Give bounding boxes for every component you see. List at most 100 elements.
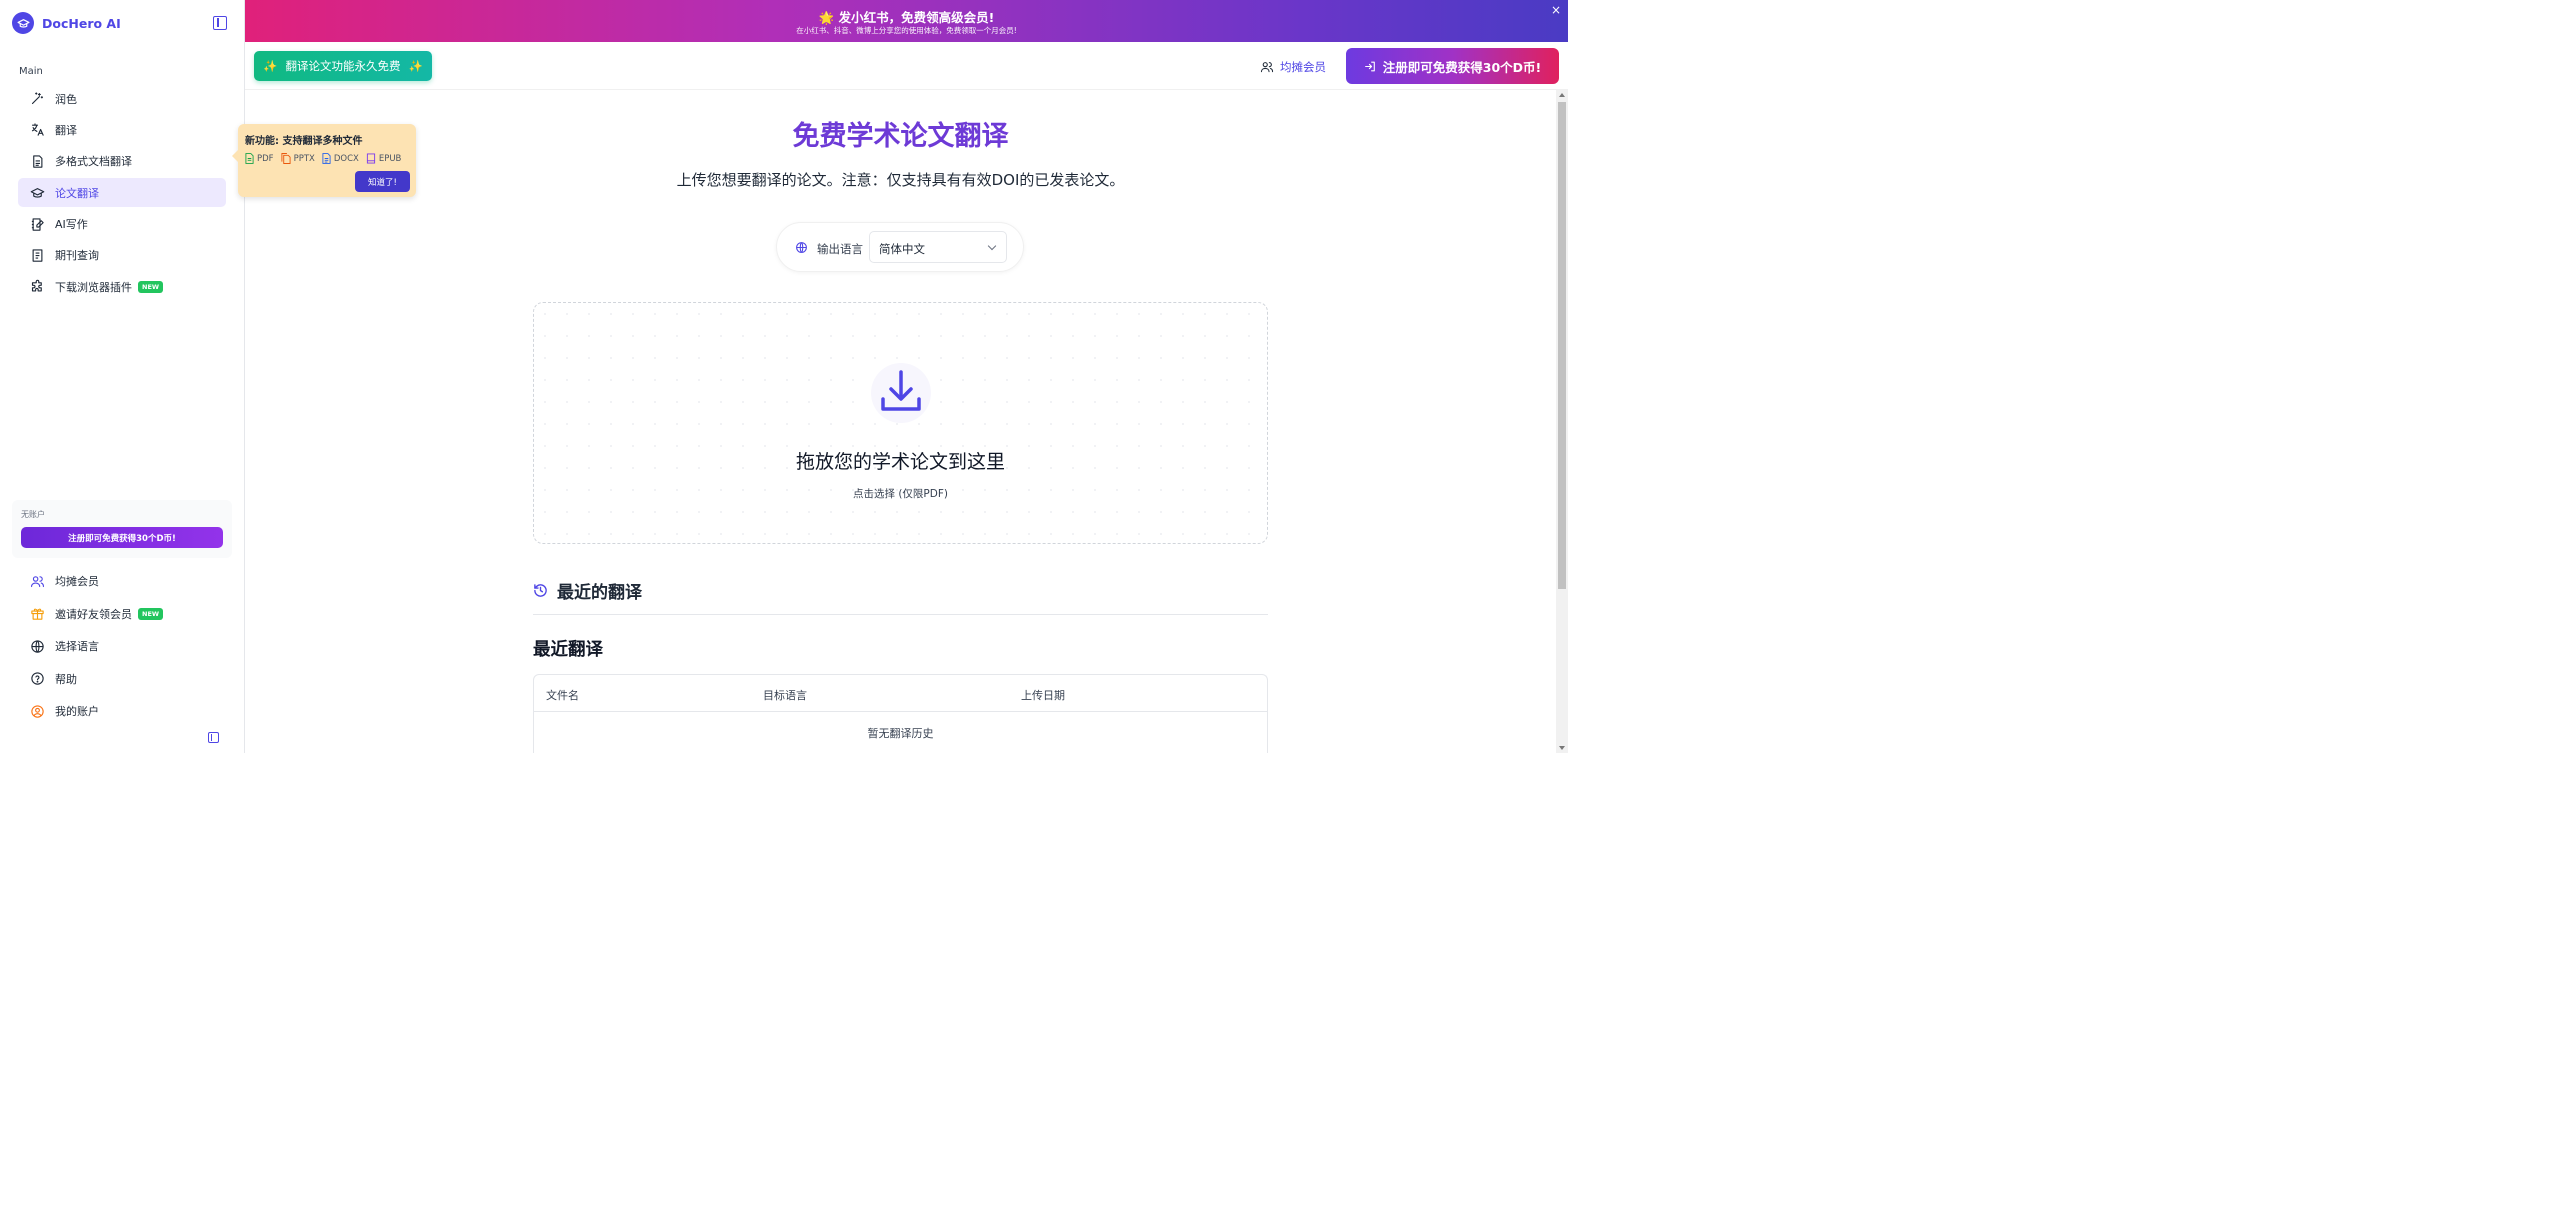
sidebar-item-label: 多格式文档翻译 <box>55 155 132 169</box>
tooltip-title: 新功能: 支持翻译多种文件 <box>245 136 363 147</box>
free-translation-label: 翻译论文功能永久免费 <box>285 59 401 73</box>
sidebar-item-label: 论文翻译 <box>55 186 99 200</box>
output-language-label: 输出语言 <box>817 242 863 256</box>
dropzone-subtitle[interactable]: 点击选择 (仅限PDF) <box>534 486 1267 501</box>
sidebar-item-label: AI写作 <box>55 218 88 232</box>
signup-label: 注册即可免费获得30个D币! <box>1382 59 1542 75</box>
graduation-cap-icon <box>30 185 45 200</box>
users-icon <box>1260 62 1274 73</box>
sidebar: DocHero AI Main 润色 翻译 多格式文档翻译 论文翻译 AI写作 … <box>0 0 245 753</box>
header: ✨ 翻译论文功能永久免费 ✨ 均摊会员 注册即可免费获得30个D币! <box>245 42 1568 90</box>
globe-icon <box>30 639 45 654</box>
sidebar-item-label: 润色 <box>55 92 77 106</box>
sparkle-icon: ✨ <box>263 59 278 73</box>
new-badge: NEW <box>138 607 164 620</box>
user-circle-icon <box>30 704 45 719</box>
upload-dropzone[interactable]: 拖放您的学术论文到这里 点击选择 (仅限PDF) <box>533 302 1268 544</box>
tooltip-dismiss-button[interactable]: 知道了! <box>355 171 410 192</box>
page-title: 免费学术论文翻译 <box>792 121 1009 152</box>
history-icon <box>534 584 547 597</box>
sidebar-item-label: 期刊查询 <box>55 249 99 263</box>
sidebar-register-button[interactable]: 注册即可免费获得30个D币! <box>21 527 223 548</box>
recent-translations-table: 文件名 目标语言 上传日期 暂无翻译历史 <box>533 674 1268 753</box>
journal-icon <box>30 248 45 263</box>
sidebar-item-label: 选择语言 <box>55 640 99 653</box>
sidebar-item-journal-search[interactable]: 期刊查询 <box>18 241 226 270</box>
column-header-filename: 文件名 <box>546 689 579 702</box>
sidebar-item-translate[interactable]: 翻译 <box>18 115 226 144</box>
file-type-docx: DOCX <box>322 153 359 164</box>
shared-membership-link[interactable]: 均摊会员 <box>1260 59 1326 75</box>
sidebar-item-label: 翻译 <box>55 123 77 137</box>
empty-history-message: 暂无翻译历史 <box>867 727 934 740</box>
sidebar-item-my-account[interactable]: 我的账户 <box>18 696 226 726</box>
brand[interactable]: DocHero AI <box>12 12 121 34</box>
sidebar-item-multi-format[interactable]: 多格式文档翻译 <box>18 147 226 176</box>
output-language-select[interactable]: 简体中文 <box>869 231 1007 263</box>
notebook-pen-icon <box>30 217 45 232</box>
section-label: Main <box>19 66 43 77</box>
tooltip-file-types: PDF PPTX DOCX EPUB <box>245 153 401 164</box>
pdf-file-icon <box>245 153 254 164</box>
recent-translations-title: 最近的翻译 <box>557 583 642 603</box>
sidebar-item-polish[interactable]: 润色 <box>18 84 226 113</box>
sparkle-icon: ✨ <box>408 59 423 73</box>
scroll-up-icon[interactable] <box>1559 93 1565 97</box>
file-type-pdf: PDF <box>245 153 274 164</box>
bottom-nav: 均摊会员 邀请好友领会员 NEW 选择语言 帮助 我的账户 <box>18 566 226 729</box>
free-translation-button[interactable]: ✨ 翻译论文功能永久免费 ✨ <box>254 51 432 81</box>
sidebar-item-shared-membership[interactable]: 均摊会员 <box>18 566 226 596</box>
sidebar-item-label: 邀请好友领会员 <box>55 607 132 621</box>
output-language-panel: 输出语言 简体中文 <box>776 222 1024 272</box>
epub-book-icon <box>366 153 375 164</box>
banner-close-icon[interactable]: × <box>1551 3 1561 17</box>
account-box: 无账户 注册即可免费获得30个D币! <box>12 500 232 558</box>
pptx-file-icon <box>281 153 291 164</box>
scrollbar-thumb[interactable] <box>1558 102 1566 589</box>
table-header: 文件名 目标语言 上传日期 <box>534 675 1267 712</box>
sidebar-item-paper-translate[interactable]: 论文翻译 <box>18 178 226 208</box>
account-status: 无账户 <box>21 510 45 519</box>
dropzone-title: 拖放您的学术论文到这里 <box>795 451 1005 473</box>
sidebar-item-label: 我的账户 <box>55 705 99 718</box>
help-circle-icon <box>30 671 45 686</box>
sidebar-collapse-icon[interactable] <box>213 16 227 30</box>
sidebar-item-invite-friends[interactable]: 邀请好友领会员 NEW <box>18 599 226 629</box>
sidebar-item-browser-extension[interactable]: 下载浏览器插件 NEW <box>18 272 226 301</box>
scroll-down-icon[interactable] <box>1559 746 1565 750</box>
divider <box>533 614 1268 615</box>
recent-translations-subheading: 最近翻译 <box>533 640 603 660</box>
file-type-pptx: PPTX <box>281 153 315 164</box>
translate-icon <box>30 122 45 137</box>
recent-translations-heading: 最近的翻译 <box>533 578 642 603</box>
chevron-down-icon <box>987 241 997 251</box>
sidebar-item-select-language[interactable]: 选择语言 <box>18 631 226 661</box>
new-badge: NEW <box>138 280 164 293</box>
main-nav: 润色 翻译 多格式文档翻译 论文翻译 AI写作 期刊查询 下载浏览器插件 NEW <box>18 84 226 304</box>
sidebar-item-label: 均摊会员 <box>55 575 99 588</box>
download-tray-icon <box>881 370 921 411</box>
users-icon <box>30 574 45 589</box>
sidebar-item-label: 下载浏览器插件 <box>55 280 132 294</box>
brand-name: DocHero AI <box>42 15 121 31</box>
sidebar-item-label: 帮助 <box>55 672 77 686</box>
shared-membership-label: 均摊会员 <box>1280 60 1326 74</box>
file-type-epub: EPUB <box>366 153 401 164</box>
column-header-upload-date: 上传日期 <box>1021 689 1065 702</box>
gift-icon <box>30 606 45 621</box>
sidebar-collapse-bottom-icon[interactable] <box>208 732 219 743</box>
globe-icon <box>796 242 807 253</box>
document-icon <box>30 154 45 169</box>
signup-button[interactable]: 注册即可免费获得30个D币! <box>1346 48 1559 84</box>
promo-banner[interactable]: 🌟 发小红书，免费领高级会员! 在小红书、抖音、微博上分享您的使用体验，免费领取… <box>245 0 1568 42</box>
magic-wand-icon <box>30 91 45 106</box>
docx-file-icon <box>322 153 331 164</box>
page-scrollbar[interactable] <box>1556 90 1568 753</box>
puzzle-icon <box>30 279 45 294</box>
output-language-value: 简体中文 <box>879 242 925 256</box>
sidebar-item-help[interactable]: 帮助 <box>18 664 226 694</box>
banner-subtitle: 在小红书、抖音、微博上分享您的使用体验，免费领取一个月会员! <box>796 26 1017 35</box>
new-feature-tooltip: 新功能: 支持翻译多种文件 PDF PPTX DOCX EPUB 知道了! <box>232 124 416 197</box>
sidebar-item-ai-writing[interactable]: AI写作 <box>18 210 226 239</box>
page-description: 上传您想要翻译的论文。注意：仅支持具有有效DOI的已发表论文。 <box>676 171 1125 189</box>
